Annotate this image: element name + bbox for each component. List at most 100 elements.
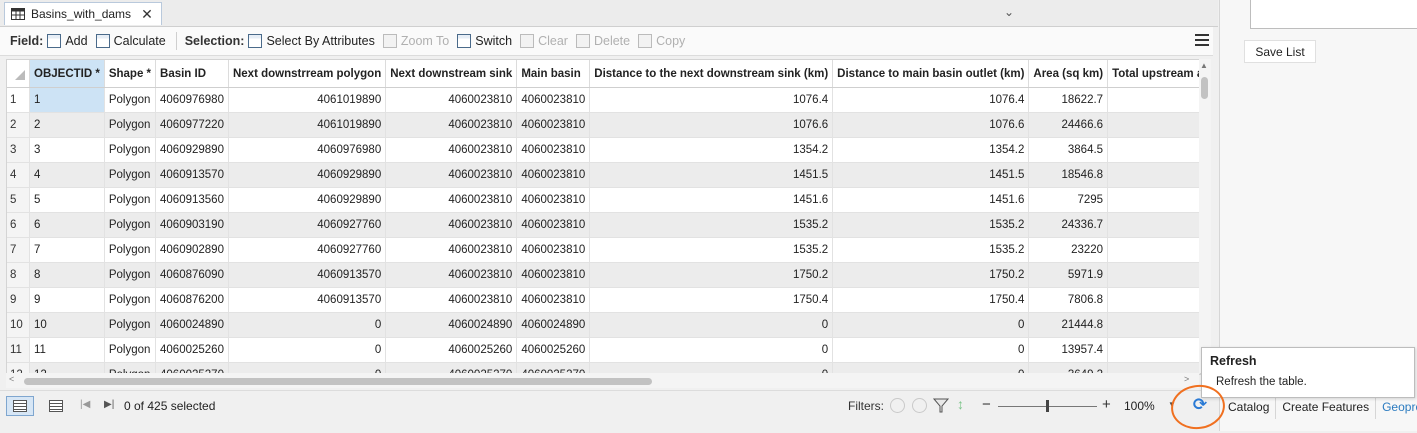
table-cell[interactable]: 18622.7 (1028, 87, 1109, 113)
column-header[interactable]: Next downstrream polygon (228, 60, 387, 88)
calculate-button[interactable]: Calculate (95, 34, 166, 48)
table-row[interactable]: 2 2 Polygon 4060977220 4061019890 4060023810 4… (7, 112, 1200, 138)
horizontal-scrollbar[interactable]: < > (6, 373, 1199, 388)
table-cell[interactable]: 18546.8 (1028, 162, 1109, 188)
table-cell[interactable]: 0 (228, 312, 387, 338)
table-cell[interactable]: 4060903190 (155, 212, 229, 238)
row-header[interactable]: 9 (7, 287, 30, 313)
menu-icon[interactable] (1195, 34, 1209, 49)
table-cell[interactable]: 7295 (1028, 187, 1109, 213)
table-cell[interactable]: 4060023810 (516, 212, 591, 238)
table-cell[interactable]: 4060929890 (228, 162, 387, 188)
table-cell[interactable]: 4060024890 (155, 312, 229, 338)
scroll-up-icon[interactable]: ▲ (1200, 61, 1208, 70)
column-header[interactable]: Basin ID (155, 60, 229, 88)
table-cell[interactable]: 7806 (1107, 287, 1200, 313)
table-cell[interactable]: 73557 (1107, 87, 1200, 113)
table-cell[interactable]: 4060023810 (516, 137, 591, 163)
table-cell[interactable]: 4061019890 (228, 87, 387, 113)
zoom-out-button[interactable]: − (982, 396, 991, 413)
table-cell[interactable]: 9 (29, 287, 105, 313)
table-cell[interactable]: 24336.7 (1028, 212, 1109, 238)
row-header[interactable]: 3 (7, 137, 30, 163)
tab-basins-with-dams[interactable]: Basins_with_dams ✕ (4, 2, 162, 25)
table-cell[interactable]: 3864.5 (1028, 137, 1109, 163)
table-cell[interactable]: 4060023810 (385, 262, 518, 288)
table-cell[interactable]: 8 (29, 262, 105, 288)
table-cell[interactable]: 0 (589, 312, 834, 338)
table-cell[interactable]: 1076.6 (589, 112, 834, 138)
table-cell[interactable]: 4060025260 (155, 337, 229, 363)
table-row[interactable]: 11 11 Polygon 4060025260 0 4060025260 40600252… (7, 337, 1200, 363)
table-cell[interactable]: Polygon (104, 137, 157, 163)
column-header[interactable]: Distance to main basin outlet (km) (832, 60, 1030, 88)
vertical-scrollbar[interactable]: ▲ (1199, 59, 1211, 373)
row-header[interactable]: 1 (7, 87, 30, 113)
select-all-corner[interactable] (7, 60, 30, 88)
table-cell[interactable]: 0 (228, 337, 387, 363)
table-row[interactable]: 5 5 Polygon 4060913560 4060929890 4060023810 4… (7, 187, 1200, 213)
table-cell[interactable]: Polygon (104, 312, 157, 338)
select-by-attributes-button[interactable]: Select By Attributes (248, 34, 375, 48)
table-cell[interactable]: Polygon (104, 237, 157, 263)
save-list-button[interactable]: Save List (1244, 40, 1316, 63)
table-cell[interactable]: Polygon (104, 212, 157, 238)
table-cell[interactable]: 4061019890 (228, 112, 387, 138)
column-header[interactable]: Area (sq km) (1028, 60, 1109, 88)
table-row[interactable]: 3 3 Polygon 4060929890 4060976980 4060023810 4… (7, 137, 1200, 163)
zoom-in-button[interactable]: + (1102, 396, 1111, 413)
table-cell[interactable]: Polygon (104, 87, 157, 113)
table-cell[interactable]: 4060023810 (516, 187, 591, 213)
table-cell[interactable]: 4060025260 (516, 337, 591, 363)
table-cell[interactable]: Polygon (104, 162, 157, 188)
table-cell[interactable]: 24466 (1107, 112, 1200, 138)
table-cell[interactable]: 4060976980 (155, 87, 229, 113)
extent-filter-icon[interactable]: ↕ (957, 396, 964, 412)
table-cell[interactable]: 4060025260 (385, 337, 518, 363)
chevron-down-icon[interactable]: ⌄ (1004, 5, 1014, 19)
row-header[interactable]: 6 (7, 212, 30, 238)
table-cell[interactable]: 4060023810 (385, 287, 518, 313)
table-cell[interactable]: 1354.2 (589, 137, 834, 163)
column-header[interactable]: Total upstream area (sq km) (1107, 60, 1200, 88)
range-filter-icon[interactable] (912, 398, 927, 413)
table-cell[interactable]: 4060876200 (155, 287, 229, 313)
column-header[interactable]: Shape * (104, 60, 157, 88)
horizontal-scroll-thumb[interactable] (24, 378, 652, 385)
table-cell[interactable]: 43484 (1107, 137, 1200, 163)
table-cell[interactable]: 4060023810 (516, 262, 591, 288)
table-row[interactable]: 9 9 Polygon 4060876200 4060913570 4060023810 4… (7, 287, 1200, 313)
tab-catalog[interactable]: Catalog (1222, 397, 1277, 419)
table-cell[interactable]: 1535.2 (832, 212, 1030, 238)
row-header[interactable]: 4 (7, 162, 30, 188)
table-cell[interactable]: 4060023810 (385, 87, 518, 113)
table-cell[interactable]: 4060902890 (155, 237, 229, 263)
table-cell[interactable]: 4060023810 (385, 212, 518, 238)
copy-button[interactable]: Copy (638, 34, 685, 48)
table-cell[interactable]: 4060929890 (228, 187, 387, 213)
table-row[interactable]: 1 1 Polygon 4060976980 4061019890 4060023810 4… (7, 87, 1200, 113)
table-cell[interactable]: 4060913560 (155, 187, 229, 213)
table-cell[interactable]: 4060023810 (516, 112, 591, 138)
table-cell[interactable]: 1076.4 (589, 87, 834, 113)
column-header[interactable]: OBJECTID * (29, 60, 105, 88)
table-cell[interactable]: 1451.6 (832, 187, 1030, 213)
table-row[interactable]: 6 6 Polygon 4060903190 4060927760 4060023810 4… (7, 212, 1200, 238)
clear-button[interactable]: Clear (520, 34, 568, 48)
table-cell[interactable]: 2 (29, 112, 105, 138)
time-filter-icon[interactable] (890, 398, 905, 413)
table-cell[interactable]: 1451.6 (589, 187, 834, 213)
add-field-button[interactable]: Add (47, 34, 88, 48)
table-cell[interactable]: 4060024890 (516, 312, 591, 338)
table-cell[interactable]: 6 (29, 212, 105, 238)
table-cell[interactable]: 32325 (1107, 162, 1200, 188)
zoom-to-button[interactable]: Zoom To (382, 34, 449, 48)
table-row[interactable]: 10 10 Polygon 4060024890 0 4060024890 40600248… (7, 312, 1200, 338)
table-cell[interactable]: 4060023810 (385, 162, 518, 188)
table-cell[interactable]: 1451.5 (832, 162, 1030, 188)
table-cell[interactable]: 1535.2 (589, 212, 834, 238)
table-cell[interactable]: 4060024890 (385, 312, 518, 338)
table-row[interactable]: 7 7 Polygon 4060902890 4060927760 4060023810 4… (7, 237, 1200, 263)
table-cell[interactable]: 4060913570 (155, 162, 229, 188)
table-cell[interactable]: 7295 (1107, 187, 1200, 213)
